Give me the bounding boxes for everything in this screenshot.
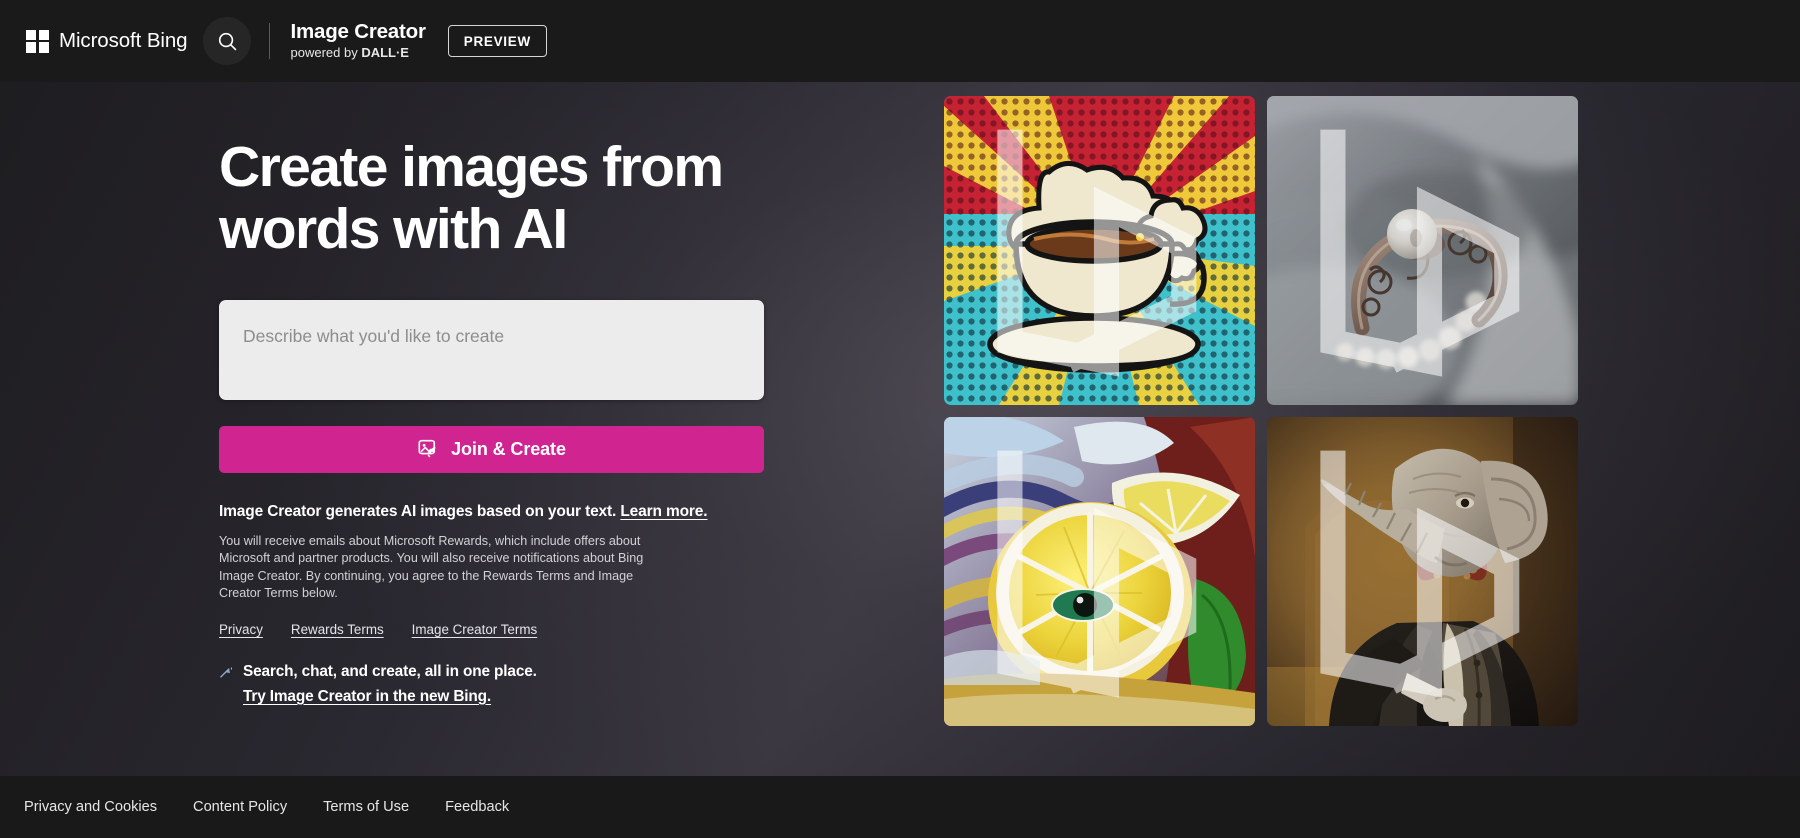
search-button[interactable]	[203, 17, 252, 65]
watermark-icon	[1320, 450, 1520, 698]
footer-privacy-and-cookies-link[interactable]: Privacy and Cookies	[24, 799, 157, 815]
product-title: Image Creator	[290, 19, 426, 43]
privacy-link[interactable]: Privacy	[219, 622, 263, 637]
new-bing-callout[interactable]: Search, chat, and create, all in one pla…	[219, 663, 779, 706]
gallery-tile-pearl-ring-photo[interactable]	[1267, 96, 1578, 405]
rewards-terms-link[interactable]: Rewards Terms	[291, 622, 384, 637]
try-image-creator-link[interactable]: Try Image Creator in the new Bing.	[243, 688, 537, 706]
product-identity: Image Creator powered by DALL·E	[290, 19, 426, 62]
hero-section: Create images from words with AI Join & …	[219, 136, 779, 706]
watermark-icon	[1320, 129, 1520, 377]
footer-terms-of-use-link[interactable]: Terms of Use	[323, 799, 409, 815]
gallery-tile-pop-art-coffee-cup[interactable]	[944, 96, 1255, 405]
preview-badge[interactable]: PREVIEW	[447, 25, 547, 57]
microsoft-squares-icon	[26, 29, 49, 53]
bing-chat-sparkle-icon	[220, 666, 232, 678]
image-wand-icon	[418, 440, 436, 458]
legal-headline: Image Creator generates AI images based …	[219, 503, 779, 521]
watermark-icon	[997, 129, 1197, 377]
image-creator-page: Microsoft Bing Image Creator powered by …	[0, 0, 1800, 838]
footer-feedback-link[interactable]: Feedback	[445, 799, 509, 815]
microsoft-bing-logo[interactable]: Microsoft Bing	[26, 29, 188, 53]
footer-content-policy-link[interactable]: Content Policy	[193, 799, 287, 815]
gallery-tile-elephant-gentleman-portrait[interactable]	[1267, 417, 1578, 726]
brand-name-label: Microsoft Bing	[59, 29, 188, 52]
image-creator-terms-link[interactable]: Image Creator Terms	[412, 622, 538, 637]
legal-links-row: Privacy Rewards Terms Image Creator Term…	[219, 622, 779, 637]
legal-body-text: You will receive emails about Microsoft …	[219, 534, 644, 600]
page-footer: Privacy and Cookies Content Policy Terms…	[0, 776, 1800, 838]
join-and-create-button[interactable]: Join & Create	[219, 426, 764, 474]
page-title: Create images from words with AI	[219, 135, 724, 262]
watermark-icon	[997, 450, 1197, 698]
dalle-brand-label: DALL·E	[361, 44, 409, 60]
learn-more-link[interactable]: Learn more.	[620, 503, 707, 520]
header-divider	[269, 23, 271, 59]
prompt-input[interactable]	[219, 300, 764, 401]
search-icon	[218, 32, 237, 50]
powered-by-text: powered by	[290, 44, 362, 60]
join-and-create-label: Join & Create	[451, 439, 566, 460]
gallery-tile-surreal-lemon-painting[interactable]	[944, 417, 1255, 726]
legal-headline-text: Image Creator generates AI images based …	[219, 503, 621, 521]
product-subtitle: powered by DALL·E	[290, 45, 425, 62]
callout-line-1: Search, chat, and create, all in one pla…	[243, 662, 537, 680]
sample-images-gallery	[944, 96, 1578, 732]
top-header: Microsoft Bing Image Creator powered by …	[0, 0, 1800, 82]
